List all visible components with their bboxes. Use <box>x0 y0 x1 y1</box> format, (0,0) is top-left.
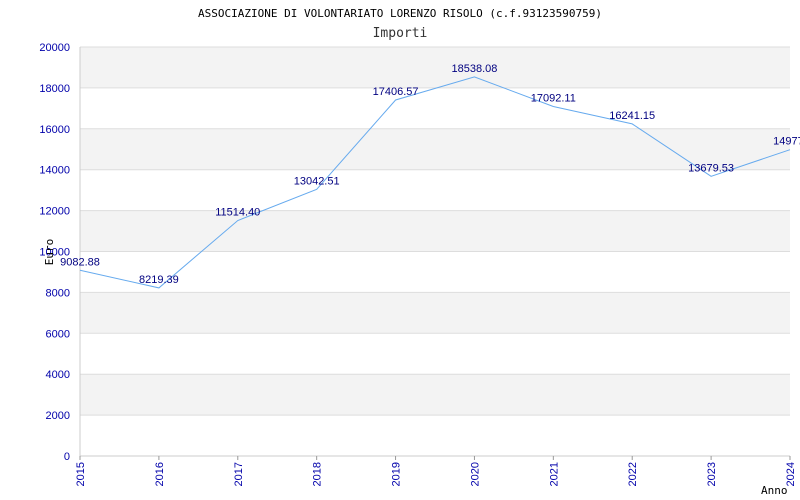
y-tick-label: 20000 <box>39 42 70 54</box>
y-tick-label: 14000 <box>39 165 70 177</box>
data-label: 17092.11 <box>531 92 576 104</box>
y-axis-title: Euro <box>43 239 56 266</box>
x-tick-label: 2017 <box>233 462 245 486</box>
grid-band <box>80 47 790 88</box>
y-tick-label: 0 <box>64 451 70 463</box>
data-label: 14977. <box>773 136 800 148</box>
grid-band <box>80 292 790 334</box>
data-label: 11514.40 <box>215 207 260 219</box>
y-tick-label: 18000 <box>39 83 70 95</box>
data-label: 9082.88 <box>60 256 100 268</box>
y-tick-label: 16000 <box>39 124 70 136</box>
x-tick-label: 2023 <box>706 462 718 486</box>
x-tick-label: 2022 <box>627 462 639 486</box>
x-tick-label: 2019 <box>391 462 403 486</box>
y-tick-label: 6000 <box>46 328 70 340</box>
y-tick-label: 12000 <box>39 206 70 218</box>
data-label: 13042.51 <box>294 175 340 187</box>
grid-band <box>80 210 790 252</box>
series-line <box>79 76 791 289</box>
plot-area: 0200040006000800010000120001400016000180… <box>39 42 800 486</box>
data-label: 18538.08 <box>451 63 497 75</box>
data-label: 17406.57 <box>373 86 419 98</box>
x-tick-label: 2021 <box>548 462 560 486</box>
y-tick-label: 8000 <box>46 287 70 299</box>
x-axis-title: Anno <box>761 484 788 497</box>
data-label: 13679.53 <box>688 162 734 174</box>
data-label: 8219.39 <box>139 274 179 286</box>
y-tick-label: 2000 <box>46 410 70 422</box>
chart-subtitle: Importi <box>373 26 428 41</box>
data-label: 16241.15 <box>609 110 655 122</box>
line-chart: ASSOCIAZIONE DI VOLONTARIATO LORENZO RIS… <box>39 7 800 497</box>
x-tick-label: 2020 <box>469 462 481 486</box>
y-tick-label: 4000 <box>46 369 70 381</box>
chart-title: ASSOCIAZIONE DI VOLONTARIATO LORENZO RIS… <box>198 7 602 20</box>
chart: ASSOCIAZIONE DI VOLONTARIATO LORENZO RIS… <box>0 0 800 500</box>
grid-band <box>80 128 790 170</box>
x-tick-label: 2018 <box>312 462 324 486</box>
grid-band <box>80 374 790 416</box>
x-tick-label: 2024 <box>785 462 797 486</box>
x-tick-label: 2015 <box>75 462 87 486</box>
x-tick-label: 2016 <box>154 462 166 486</box>
